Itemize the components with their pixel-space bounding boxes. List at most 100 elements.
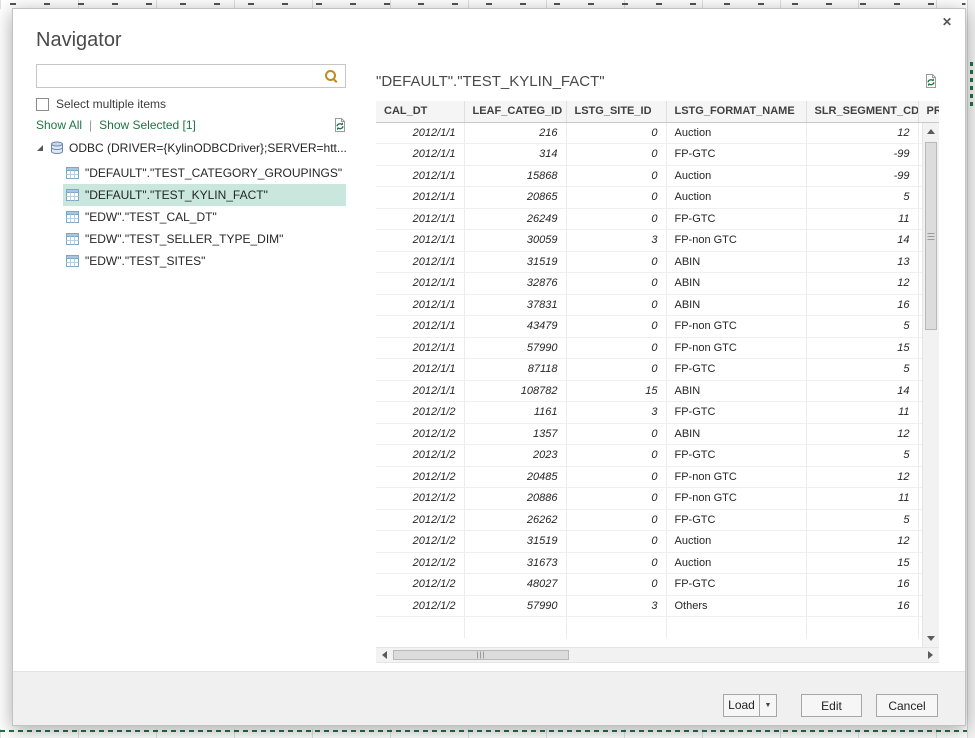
cell: FP-non GTC <box>666 337 806 359</box>
table-row: 2012/1/1328760ABIN12 <box>376 273 939 295</box>
table-row-partial <box>376 617 939 639</box>
cell: 5 <box>806 359 918 381</box>
tree-item[interactable]: "EDW"."TEST_SELLER_TYPE_DIM" <box>63 228 346 250</box>
cell: 20485 <box>464 466 566 488</box>
table-icon <box>66 167 79 179</box>
select-multiple-row[interactable]: Select multiple items <box>36 97 166 111</box>
cell: 3 <box>566 230 666 252</box>
cell <box>806 617 918 639</box>
screen: ✕ Navigator Select multiple items Show A… <box>0 0 975 738</box>
cell: 2012/1/1 <box>376 380 464 402</box>
cell: 11 <box>806 402 918 424</box>
cell: 12 <box>806 122 918 144</box>
table-icon <box>66 189 79 201</box>
cell: 0 <box>566 251 666 273</box>
cell: 108782 <box>464 380 566 402</box>
load-button-label[interactable]: Load <box>724 695 759 716</box>
tree-root-node[interactable]: ODBC (DRIVER={KylinODBCDriver};SERVER=ht… <box>36 137 351 159</box>
search-icon[interactable] <box>324 69 339 84</box>
cell: 26262 <box>464 509 566 531</box>
cell: 16 <box>806 595 918 617</box>
cell: 2012/1/2 <box>376 509 464 531</box>
cell: 2012/1/1 <box>376 251 464 273</box>
cell: 15868 <box>464 165 566 187</box>
cell: 2012/1/1 <box>376 208 464 230</box>
table-row: 2012/1/1208650Auction5 <box>376 187 939 209</box>
tree-item[interactable]: "EDW"."TEST_SITES" <box>63 250 346 272</box>
table-row: 2012/1/13140FP-GTC-99 <box>376 144 939 166</box>
table-row: 2012/1/2204850FP-non GTC12 <box>376 466 939 488</box>
cell: 2012/1/2 <box>376 402 464 424</box>
cell: 5 <box>806 316 918 338</box>
table-row: 2012/1/2315190Auction12 <box>376 531 939 553</box>
cell: 2012/1/2 <box>376 595 464 617</box>
cell: 11 <box>806 488 918 510</box>
cell: 12 <box>806 273 918 295</box>
cell: 216 <box>464 122 566 144</box>
refresh-tree-icon[interactable] <box>332 117 348 133</box>
cell: 0 <box>566 552 666 574</box>
cell: 15 <box>806 337 918 359</box>
grid-header-row: CAL_DTLEAF_CATEG_IDLSTG_SITE_IDLSTG_FORM… <box>376 101 939 122</box>
table-row: 2012/1/1158680Auction-99 <box>376 165 939 187</box>
cell: Auction <box>666 165 806 187</box>
table-row: 2012/1/211613FP-GTC11 <box>376 402 939 424</box>
expand-collapse-icon[interactable] <box>37 145 43 151</box>
show-selected-link[interactable]: Show Selected [1] <box>99 118 196 132</box>
cell: FP-non GTC <box>666 230 806 252</box>
vertical-scrollbar[interactable] <box>922 123 939 647</box>
cell: 57990 <box>464 595 566 617</box>
tree-item-label: "EDW"."TEST_SITES" <box>85 254 205 268</box>
scroll-up-icon[interactable] <box>923 123 939 140</box>
table-row: 2012/1/1579900FP-non GTC15 <box>376 337 939 359</box>
cell: ABIN <box>666 294 806 316</box>
select-multiple-checkbox[interactable] <box>36 98 49 111</box>
cell: 2012/1/2 <box>376 552 464 574</box>
preview-title-row: "DEFAULT"."TEST_KYLIN_FACT" <box>376 73 939 90</box>
tree-children: "DEFAULT"."TEST_CATEGORY_GROUPINGS" "DEF… <box>36 162 351 272</box>
refresh-preview-icon[interactable] <box>923 73 939 89</box>
table-row: 2012/1/1262490FP-GTC11 <box>376 208 939 230</box>
cell: 37831 <box>464 294 566 316</box>
cell: 0 <box>566 445 666 467</box>
cell: 31519 <box>464 531 566 553</box>
table-row: 2012/1/1315190ABIN13 <box>376 251 939 273</box>
horizontal-scrollbar-thumb[interactable] <box>393 650 569 660</box>
cell: FP-GTC <box>666 509 806 531</box>
cell: 0 <box>566 574 666 596</box>
cell: 31673 <box>464 552 566 574</box>
cell: ABIN <box>666 423 806 445</box>
scroll-left-icon[interactable] <box>376 648 393 662</box>
search-input[interactable] <box>37 66 324 86</box>
table-row: 2012/1/12160Auction12 <box>376 122 939 144</box>
tree-item[interactable]: "DEFAULT"."TEST_CATEGORY_GROUPINGS" <box>63 162 346 184</box>
cell: 0 <box>566 165 666 187</box>
cell: -99 <box>806 165 918 187</box>
cell: 2012/1/2 <box>376 466 464 488</box>
close-icon[interactable]: ✕ <box>939 14 955 30</box>
cell: 20865 <box>464 187 566 209</box>
cell: 2012/1/1 <box>376 316 464 338</box>
edit-button[interactable]: Edit <box>801 694 862 717</box>
cell: 31519 <box>464 251 566 273</box>
cell: Auction <box>666 187 806 209</box>
show-all-link[interactable]: Show All <box>36 118 82 132</box>
horizontal-scrollbar[interactable] <box>376 647 939 663</box>
tree-item[interactable]: "DEFAULT"."TEST_KYLIN_FACT" <box>63 184 346 206</box>
load-dropdown-button[interactable]: ▼ <box>759 695 776 716</box>
cancel-button[interactable]: Cancel <box>876 694 938 717</box>
scroll-down-icon[interactable] <box>923 630 939 647</box>
cell: 0 <box>566 122 666 144</box>
cell: 2023 <box>464 445 566 467</box>
tree-item[interactable]: "EDW"."TEST_CAL_DT" <box>63 206 346 228</box>
vertical-scrollbar-thumb[interactable] <box>925 142 937 330</box>
cell: 12 <box>806 466 918 488</box>
scroll-right-icon[interactable] <box>922 648 939 662</box>
load-button[interactable]: Load ▼ <box>723 694 777 717</box>
table-row: 2012/1/2480270FP-GTC16 <box>376 574 939 596</box>
table-row: 2012/1/2579903Others16 <box>376 595 939 617</box>
cell <box>566 617 666 639</box>
column-header: PRI <box>918 101 939 122</box>
dialog-title: Navigator <box>36 29 122 52</box>
cell: 30059 <box>464 230 566 252</box>
